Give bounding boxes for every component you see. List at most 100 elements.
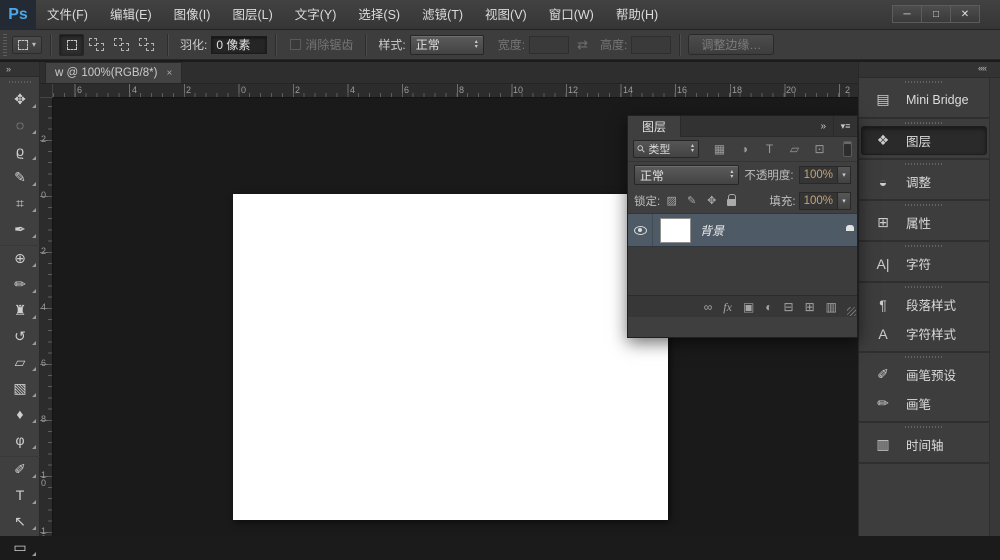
window-controls: ─ □ ✕	[893, 5, 980, 23]
lock-transparency-button[interactable]: ▨	[663, 192, 680, 209]
swap-dimensions-icon[interactable]: ⇄	[577, 37, 588, 53]
style-label: 样式:	[378, 36, 405, 53]
dock-item-character-styles[interactable]: A 字符样式	[861, 319, 987, 348]
tab-close-icon[interactable]: ×	[166, 68, 172, 79]
chevron-down-icon[interactable]: ▾	[837, 193, 850, 209]
move-tool[interactable]: ✥	[0, 86, 40, 112]
close-button[interactable]: ✕	[950, 5, 980, 23]
toolbar-collapse-button[interactable]: »	[0, 62, 39, 77]
lock-all-button[interactable]	[723, 192, 740, 209]
filter-pixel-layers-icon[interactable]: ▦	[709, 142, 730, 156]
canvas[interactable]	[233, 194, 668, 520]
layer-filter-row: ⚲ 类型 ▴▾ ▦ ◑ T ▱ ⊡	[628, 137, 857, 162]
opacity-field[interactable]: 100% ▾	[799, 166, 851, 184]
fill-field[interactable]: 100% ▾	[799, 192, 851, 210]
toolbar-grip[interactable]	[0, 77, 39, 86]
intersect-selection-button[interactable]	[134, 34, 159, 56]
layer-thumbnail[interactable]	[660, 218, 691, 243]
path-selection-tool[interactable]: ↖	[0, 508, 40, 534]
height-input[interactable]	[631, 36, 671, 54]
type-tool[interactable]: T	[0, 482, 40, 508]
photoshop-logo: Ps	[0, 0, 36, 30]
divider	[50, 34, 51, 56]
menu-file[interactable]: 文件(F)	[36, 0, 99, 30]
dock-item-properties[interactable]: ⊞ 属性	[861, 208, 987, 237]
layer-effects-icon[interactable]: fx	[723, 301, 732, 313]
eyedropper-tool-icon: ✒	[14, 221, 26, 238]
panel-resize-grip[interactable]	[847, 307, 856, 316]
eraser-tool[interactable]: ▱	[0, 349, 40, 375]
add-selection-button[interactable]	[84, 34, 109, 56]
filter-smart-objects-icon[interactable]: ⊡	[809, 142, 830, 156]
new-layer-icon[interactable]: ⊞	[805, 301, 815, 313]
refine-edge-button[interactable]: 调整边缘…	[688, 34, 774, 55]
quick-selection-tool[interactable]: ✎	[0, 164, 40, 190]
feather-label: 羽化:	[180, 36, 207, 53]
dock-item-adjustments[interactable]: ◒ 调整	[861, 167, 987, 196]
dock-item-timeline[interactable]: ▥ 时间轴	[861, 430, 987, 459]
maximize-button[interactable]: □	[921, 5, 951, 23]
marquee-tool[interactable]: ◌	[0, 112, 40, 138]
lock-paint-button[interactable]: ✎	[683, 192, 700, 209]
new-selection-button[interactable]	[59, 34, 84, 56]
dock-item-brush[interactable]: ✏ 画笔	[861, 389, 987, 418]
brush-tool[interactable]: ✏	[0, 271, 40, 297]
gradient-tool[interactable]: ▧	[0, 375, 40, 401]
clone-stamp-tool[interactable]: ♜	[0, 297, 40, 323]
lasso-tool[interactable]: ϱ	[0, 138, 40, 164]
width-input[interactable]	[529, 36, 569, 54]
pen-tool[interactable]: ✐	[0, 456, 40, 482]
filter-shape-layers-icon[interactable]: ▱	[784, 142, 805, 156]
eyedropper-tool[interactable]: ✒	[0, 216, 40, 242]
dodge-tool[interactable]: φ	[0, 427, 40, 453]
menu-select[interactable]: 选择(S)	[347, 0, 411, 30]
tool-preset-button[interactable]: ▾	[12, 36, 42, 54]
layer-visibility-cell[interactable]	[628, 214, 653, 246]
filter-adjustment-layers-icon[interactable]: ◑	[734, 142, 755, 156]
menu-image[interactable]: 图像(I)	[163, 0, 222, 30]
menu-layer[interactable]: 图层(L)	[221, 0, 283, 30]
filter-toggle-switch[interactable]	[843, 141, 852, 157]
add-mask-icon[interactable]: ▣	[743, 301, 754, 313]
layer-row-background[interactable]: 背景	[628, 214, 857, 247]
dock-item-character[interactable]: A| 字符	[861, 249, 987, 278]
link-layers-icon[interactable]: ∞	[704, 301, 713, 313]
menu-view[interactable]: 视图(V)	[474, 0, 538, 30]
subtract-selection-button[interactable]	[109, 34, 134, 56]
dock-collapse-icon[interactable]: ««	[978, 63, 986, 73]
blur-tool[interactable]: ♦	[0, 401, 40, 427]
menu-type[interactable]: 文字(Y)	[284, 0, 348, 30]
blend-mode-dropdown[interactable]: 正常 ▴▾	[634, 165, 739, 185]
filter-type-label: 类型	[648, 141, 670, 157]
dock-item-layers[interactable]: ❖ 图层	[861, 126, 987, 155]
history-brush-tool[interactable]: ↺	[0, 323, 40, 349]
panel-collapse-icon[interactable]: »	[812, 121, 833, 132]
new-group-icon[interactable]: ⊟	[784, 301, 794, 313]
ruler-tick-label: 8	[457, 85, 464, 95]
dock-item-mini-bridge[interactable]: ▤ Mini Bridge	[861, 85, 987, 114]
filter-type-dropdown[interactable]: ⚲ 类型 ▴▾	[633, 140, 699, 158]
options-bar-grip[interactable]	[3, 34, 7, 56]
menu-edit[interactable]: 编辑(E)	[99, 0, 163, 30]
new-adjustment-icon[interactable]: ◐	[765, 301, 772, 313]
lock-move-button[interactable]: ✥	[703, 192, 720, 209]
dock-item-brush-presets[interactable]: ✐ 画笔预设	[861, 360, 987, 389]
delete-layer-icon[interactable]: ▥	[826, 301, 837, 313]
spot-healing-tool[interactable]: ⊕	[0, 245, 40, 271]
menu-filter[interactable]: 滤镜(T)	[411, 0, 474, 30]
menu-help[interactable]: 帮助(H)	[605, 0, 669, 30]
dock-item-paragraph-styles[interactable]: ¶ 段落样式	[861, 290, 987, 319]
panel-menu-icon[interactable]: ▾≡	[833, 116, 857, 136]
tools-panel: » ✥ ◌ ϱ ✎ ⌗ ✒ ⊕ ✏ ♜ ↺ ▱ ▧ ♦ φ ✐ T ↖ ▭	[0, 62, 40, 536]
filter-type-layers-icon[interactable]: T	[759, 142, 780, 156]
feather-input[interactable]: 0 像素	[211, 36, 267, 54]
crop-tool[interactable]: ⌗	[0, 190, 40, 216]
menu-window[interactable]: 窗口(W)	[538, 0, 605, 30]
document-tab[interactable]: w @ 100%(RGB/8*) ×	[45, 62, 182, 83]
chevron-down-icon[interactable]: ▾	[837, 167, 850, 183]
style-dropdown[interactable]: 正常 ▴▾	[410, 35, 484, 55]
rectangle-tool[interactable]: ▭	[0, 534, 40, 560]
layers-tab[interactable]: 图层	[628, 116, 681, 137]
minimize-button[interactable]: ─	[892, 5, 922, 23]
antialias-checkbox[interactable]	[290, 39, 301, 50]
